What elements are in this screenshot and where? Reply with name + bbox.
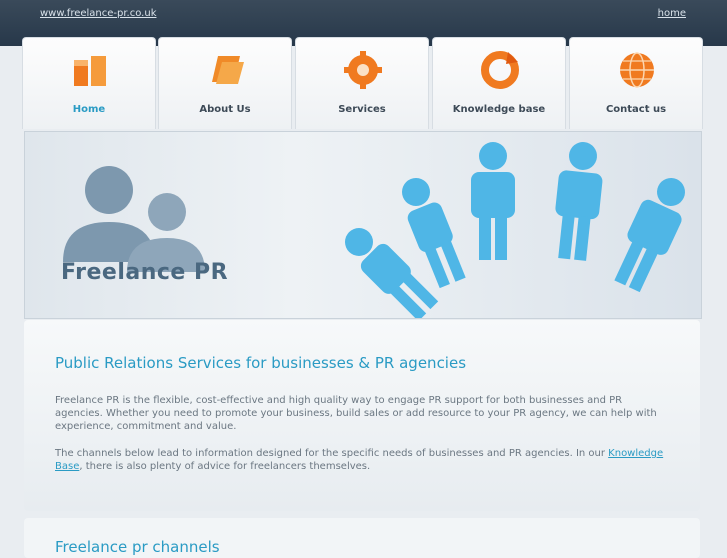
intro-heading: Public Relations Services for businesses… [55, 354, 467, 372]
channels-heading: Freelance pr channels [55, 538, 220, 556]
nav-label: Home [72, 104, 106, 115]
channels-panel: Freelance pr channels [24, 518, 700, 558]
globe-icon [620, 52, 654, 88]
refresh-icon [481, 51, 519, 89]
nav-item-contact-us[interactable]: Contact us [569, 37, 703, 129]
folder-icon [212, 56, 244, 84]
nav-item-knowledge-base[interactable]: Knowledge base [432, 37, 566, 129]
intro-panel: Public Relations Services for businesses… [24, 320, 700, 511]
nav-item-services[interactable]: Services [295, 37, 429, 129]
nav-label: About Us [199, 104, 251, 115]
channels-text-after: , there is also plenty of advice for fre… [79, 461, 371, 472]
intro-paragraph: Freelance PR is the flexible, cost-effec… [55, 395, 657, 432]
nav-label: Contact us [605, 104, 667, 115]
main-nav: Home About Us Services Knowledge base Co… [22, 37, 705, 129]
hero-banner: Freelance PR [24, 131, 702, 319]
gear-icon [344, 51, 382, 89]
home-link[interactable]: home [658, 8, 686, 19]
channels-paragraph: The channels below lead to information d… [55, 447, 665, 473]
nav-label: Knowledge base [452, 104, 546, 115]
site-url-link[interactable]: www.freelance-pr.co.uk [40, 8, 156, 19]
people-figures-illustration [345, 142, 685, 318]
logo-text: Freelance PR [61, 260, 229, 285]
home-icon [74, 56, 106, 86]
nav-item-about-us[interactable]: About Us [158, 37, 292, 129]
channels-text: The channels below lead to information d… [55, 448, 609, 459]
nav-label: Services [338, 104, 386, 115]
nav-item-home[interactable]: Home [22, 37, 156, 129]
